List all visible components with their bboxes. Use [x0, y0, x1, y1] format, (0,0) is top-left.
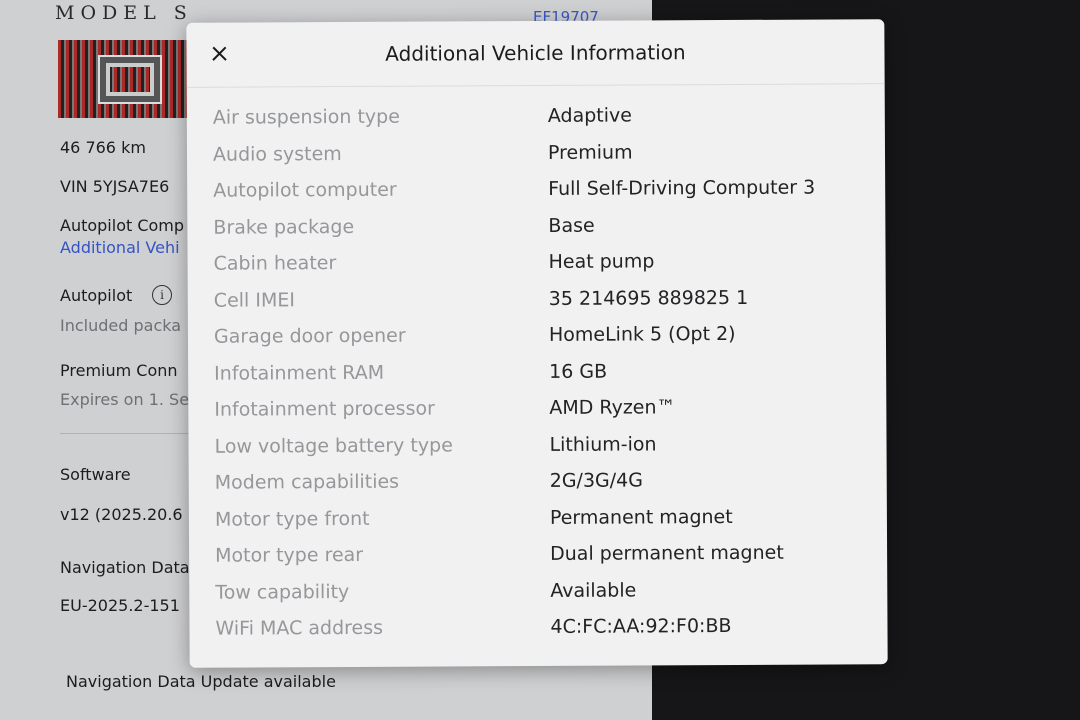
- divider: [60, 433, 200, 434]
- autopilot-sub: Included packa: [60, 316, 182, 335]
- premium-connectivity-label: Premium Conn: [60, 361, 178, 380]
- spec-row: Low voltage battery type Lithium-ion: [214, 432, 864, 472]
- spec-label: Motor type rear: [215, 543, 364, 567]
- spec-label: Brake package: [213, 215, 355, 239]
- spec-label: WiFi MAC address: [215, 616, 384, 640]
- spec-label: Low voltage battery type: [214, 433, 453, 458]
- spec-row: Autopilot computer Full Self-Driving Comp…: [213, 176, 863, 216]
- modal-title: Additional Vehicle Information: [385, 40, 686, 66]
- spec-value: Available: [550, 578, 637, 602]
- spec-label: Garage door opener: [213, 324, 406, 348]
- spec-label: Cabin heater: [213, 252, 337, 275]
- spec-label: Infotainment RAM: [214, 361, 385, 385]
- spec-row: Infotainment RAM 16 GB: [214, 359, 864, 399]
- spec-row: Brake package Base: [213, 213, 863, 253]
- spec-label: Modem capabilities: [214, 470, 400, 494]
- spec-value: 16 GB: [549, 360, 608, 383]
- model-logo: MODEL S: [55, 2, 193, 20]
- car-image: [58, 40, 188, 118]
- spec-row: Tow capability Available: [215, 578, 865, 618]
- spec-value: 35 214695 889825 1: [548, 286, 749, 310]
- modal-header: Additional Vehicle Information: [186, 19, 885, 88]
- additional-vehicle-info-modal: Additional Vehicle Information Air suspe…: [186, 19, 888, 668]
- spec-value: Full Self-Driving Computer 3: [548, 176, 816, 200]
- spec-value: 4C:FC:AA:92:F0:BB: [550, 614, 732, 638]
- additional-info-link[interactable]: Additional Vehi: [60, 238, 180, 257]
- spec-label: Infotainment processor: [214, 397, 435, 421]
- spec-row: Audio system Premium: [213, 140, 863, 180]
- spec-label: Audio system: [212, 142, 342, 166]
- spec-row: Cabin heater Heat pump: [214, 249, 864, 289]
- spec-row: Motor type rear Dual permanent magnet: [215, 541, 865, 581]
- spec-label: Cell IMEI: [213, 288, 295, 312]
- spec-value: Heat pump: [548, 250, 655, 273]
- spec-label: Motor type front: [214, 507, 370, 531]
- spec-list: Air suspension type Adaptive Audio system P…: [213, 103, 866, 654]
- premium-connectivity-expiry: Expires on 1. Se: [60, 390, 190, 409]
- spec-row: Motor type front Permanent magnet: [215, 505, 865, 545]
- info-icon[interactable]: i: [152, 285, 172, 305]
- spec-row: WiFi MAC address 4C:FC:AA:92:F0:BB: [215, 614, 865, 654]
- spec-label: Autopilot computer: [213, 178, 397, 202]
- spec-label: Air suspension type: [212, 105, 400, 129]
- spec-value: 2G/3G/4G: [549, 469, 644, 492]
- spec-row: Garage door opener HomeLink 5 (Opt 2): [214, 322, 864, 362]
- spec-row: Cell IMEI 35 214695 889825 1: [214, 286, 864, 326]
- nav-data-label: Navigation Data: [60, 558, 190, 577]
- nav-data-update[interactable]: Navigation Data Update available: [66, 672, 336, 691]
- spec-row: Infotainment processor AMD Ryzen™: [214, 395, 864, 435]
- spec-value: Dual permanent magnet: [550, 541, 784, 565]
- vin: VIN 5YJSA7E6: [60, 177, 170, 196]
- spec-value: AMD Ryzen™: [549, 396, 676, 419]
- software-version: v12 (2025.20.6: [60, 505, 183, 524]
- spec-value: HomeLink 5 (Opt 2): [548, 322, 736, 346]
- spec-value: Base: [548, 214, 595, 237]
- spec-row: Modem capabilities 2G/3G/4G: [215, 468, 865, 508]
- autopilot-label: Autopilot: [60, 286, 133, 305]
- spec-label: Tow capability: [215, 580, 350, 604]
- spec-row: Air suspension type Adaptive: [213, 103, 863, 143]
- software-label: Software: [60, 465, 131, 484]
- spec-value: Premium: [547, 140, 633, 164]
- odometer: 46 766 km: [60, 138, 146, 157]
- autopilot-computer-label: Autopilot Comp: [60, 216, 185, 235]
- nav-data-version: EU-2025.2-151: [60, 596, 180, 615]
- spec-value: Lithium-ion: [549, 432, 657, 456]
- spec-value: Permanent magnet: [549, 505, 733, 529]
- spec-value: Adaptive: [547, 104, 632, 127]
